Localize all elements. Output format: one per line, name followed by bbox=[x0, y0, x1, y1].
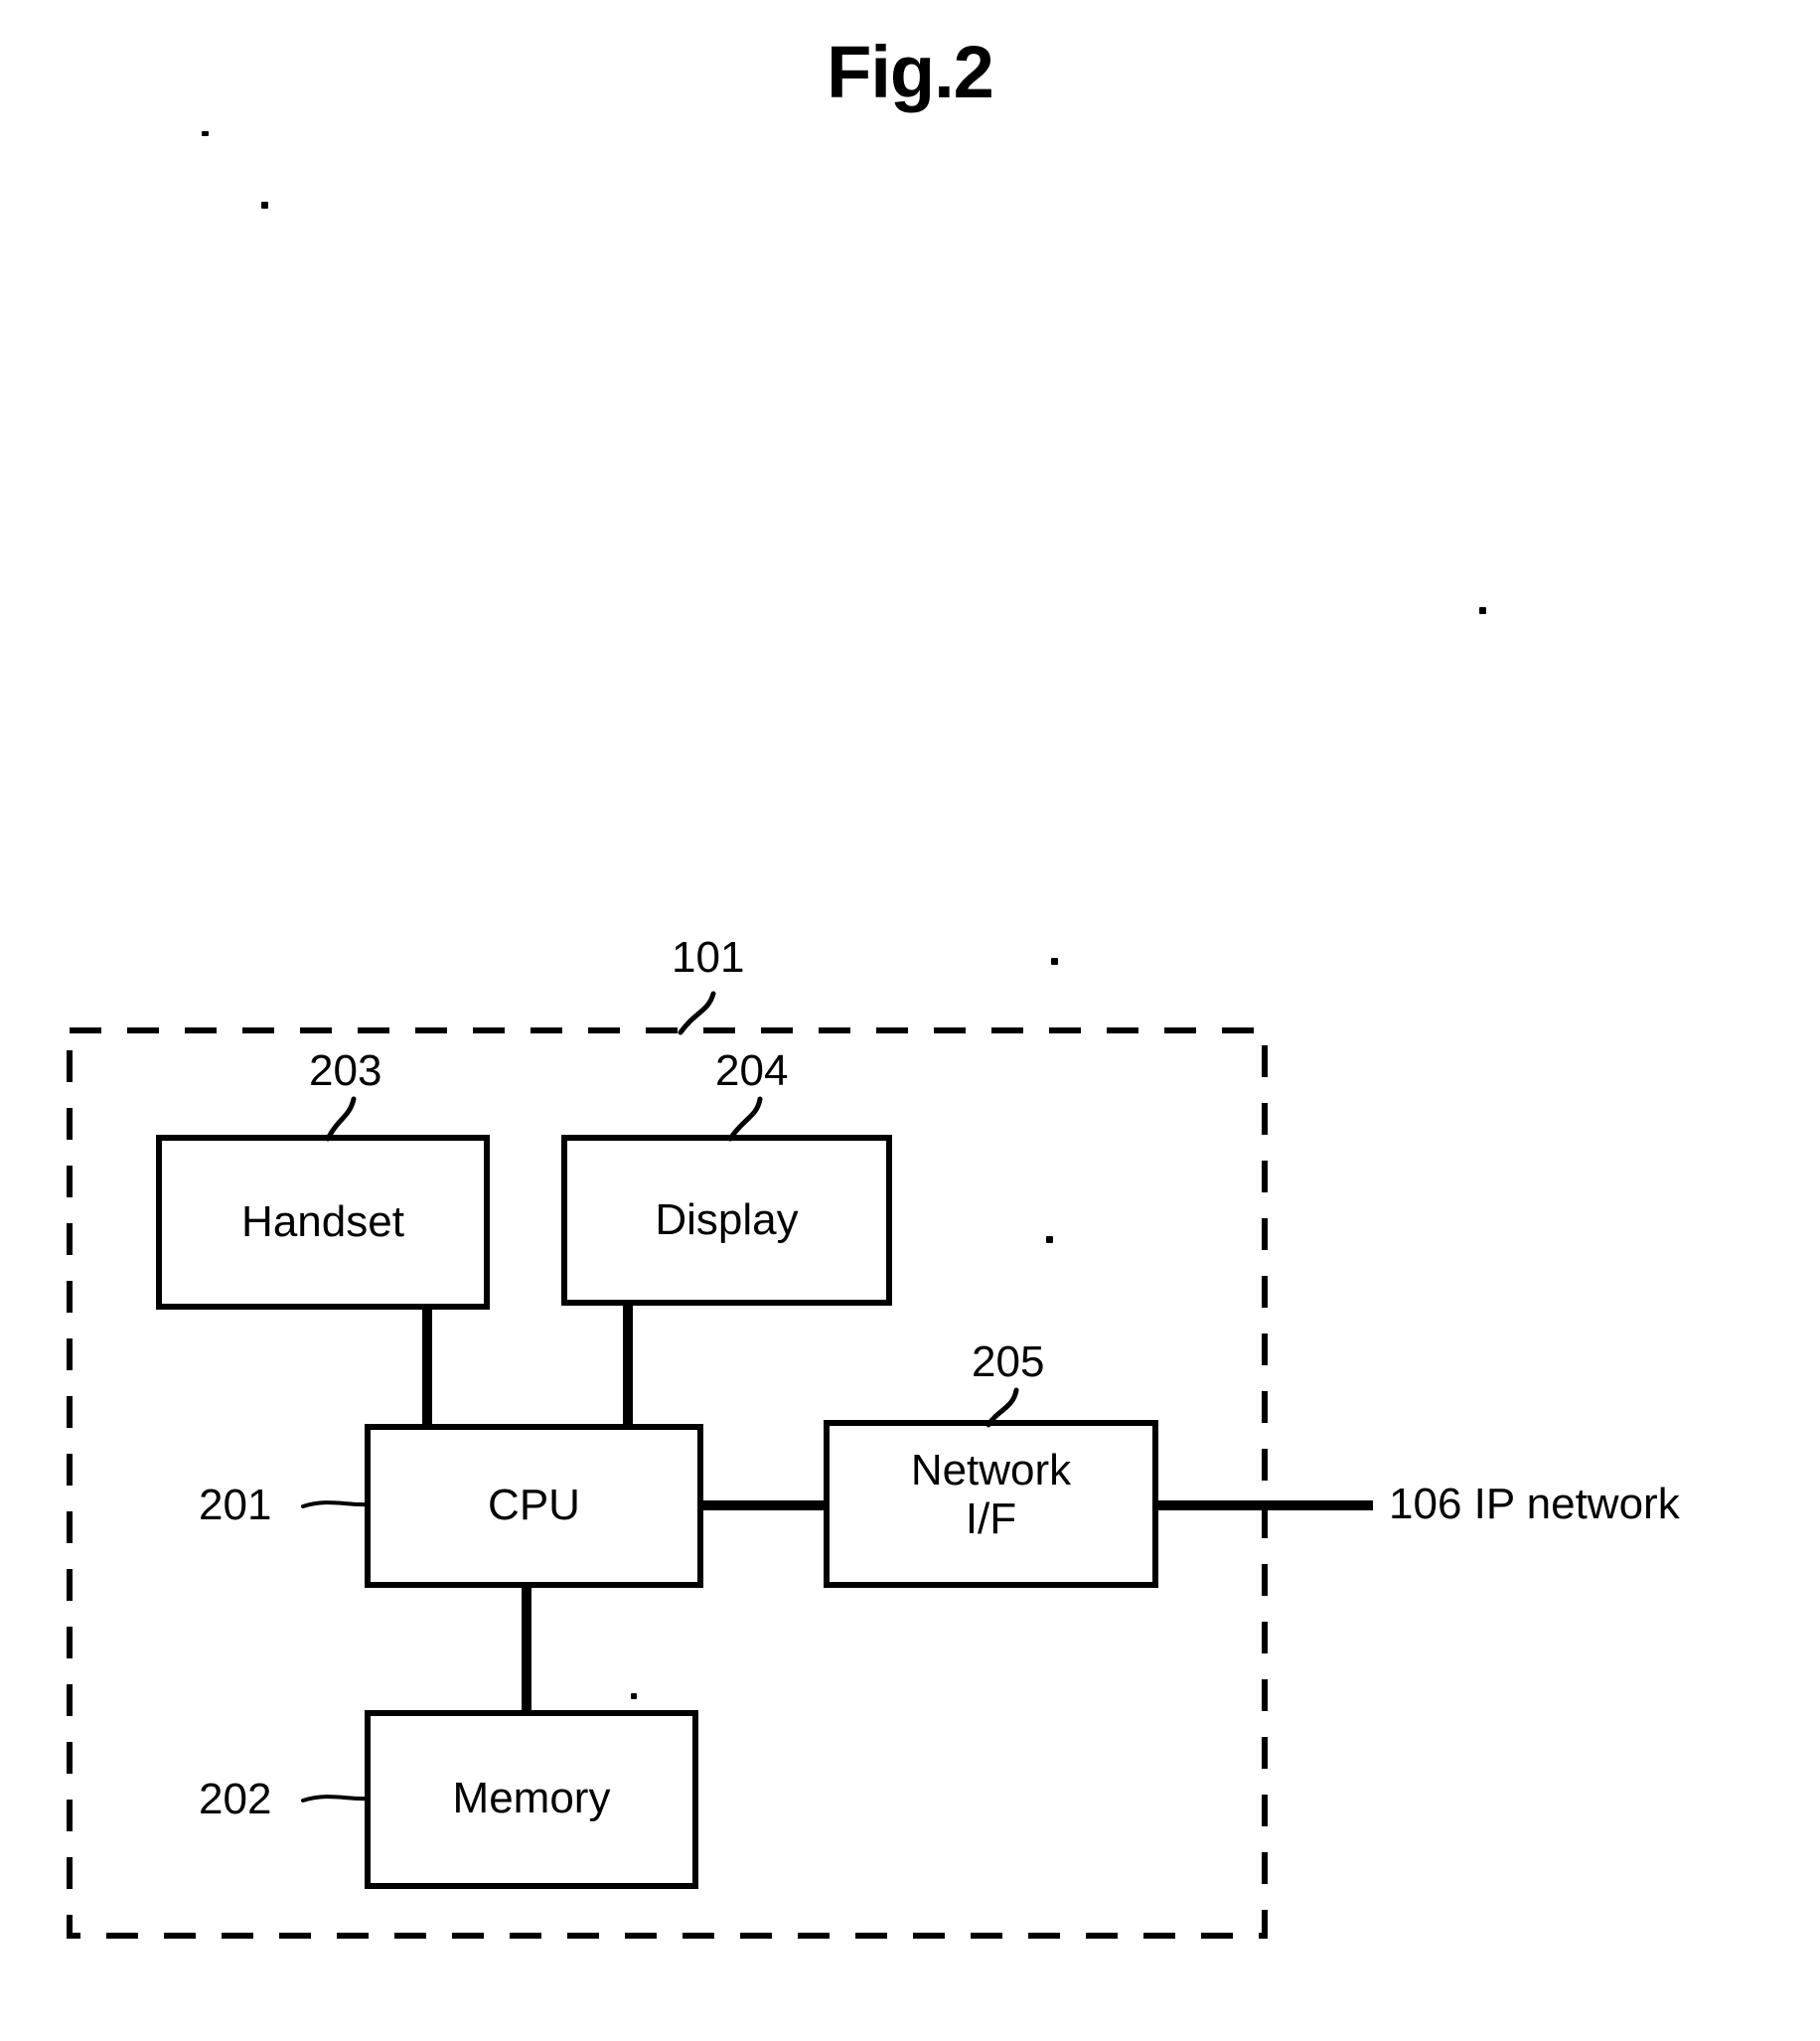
handset-box-label: Handset bbox=[241, 1197, 404, 1246]
leader-line-202 bbox=[301, 1795, 369, 1803]
ref-numeral-205: 205 bbox=[972, 1337, 1045, 1386]
memory-box-label: Memory bbox=[452, 1774, 611, 1822]
leader-line-201 bbox=[301, 1500, 369, 1508]
network-if-box-label: Network I/F bbox=[910, 1446, 1072, 1544]
cpu-box-label: CPU bbox=[488, 1481, 580, 1529]
leader-line-204 bbox=[727, 1096, 763, 1142]
ip-network-label: 106 IP network bbox=[1389, 1480, 1680, 1528]
ref-numeral-203: 203 bbox=[309, 1046, 382, 1095]
ref-numeral-101: 101 bbox=[672, 933, 745, 982]
patent-figure: Fig.2 Handset Display CPU Network I/F Me… bbox=[0, 0, 1820, 2041]
ref-numeral-204: 204 bbox=[715, 1046, 789, 1095]
leader-line-101 bbox=[678, 991, 716, 1035]
diagram-canvas bbox=[67, 991, 1373, 1939]
leader-line-203 bbox=[325, 1096, 357, 1142]
ref-numeral-202: 202 bbox=[199, 1775, 272, 1823]
leader-line-205 bbox=[986, 1387, 1019, 1428]
display-box-label: Display bbox=[655, 1195, 799, 1244]
ref-numeral-201: 201 bbox=[199, 1481, 272, 1529]
